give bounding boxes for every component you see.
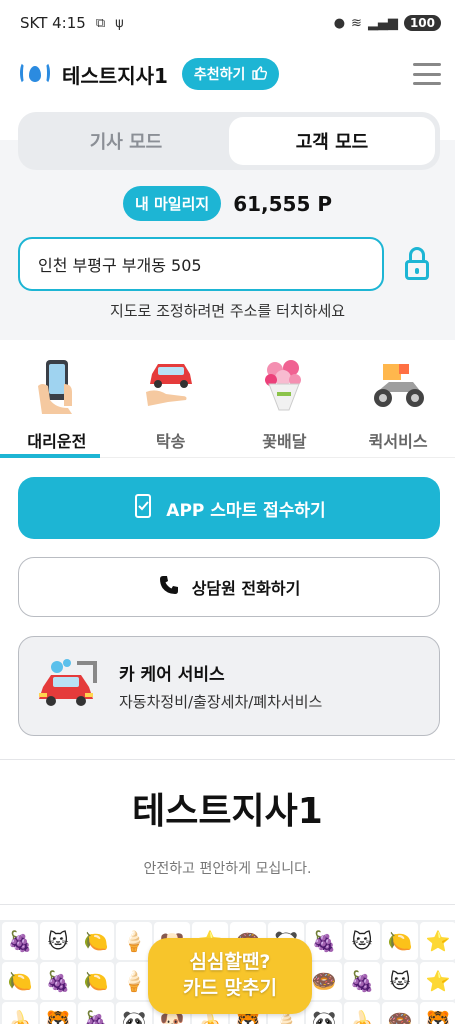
page-title: 테스트지사1	[62, 63, 168, 88]
carrier-time: SKT 4:15	[20, 14, 86, 32]
service-label: 대리운전	[27, 432, 87, 451]
app-smart-request-button[interactable]: APP 스마트 접수하기	[18, 477, 440, 539]
usb-icon: ψ	[115, 15, 124, 31]
broadcast-logo-icon	[20, 59, 50, 89]
phone-check-icon	[132, 493, 154, 523]
app-header: 테스트지사1 추천하기	[0, 46, 455, 102]
service-tab-quick-service[interactable]: 퀵서비스	[341, 356, 455, 456]
car-care-subtitle: 자동차정비/출장세차/폐차서비스	[119, 693, 323, 711]
service-tab-consignment[interactable]: 탁송	[114, 356, 228, 456]
recommend-button[interactable]: 추천하기	[181, 58, 280, 90]
card-matching-game-button[interactable]: 심심할땐? 카드 맞추기	[148, 938, 312, 1014]
mileage-row: 내 마일리지 61,555 P	[0, 186, 455, 221]
recommend-label: 추천하기	[193, 67, 246, 83]
car-care-title: 카 케어 서비스	[119, 665, 225, 685]
signal-icon: ▂▄▆	[367, 15, 398, 31]
location-icon: ●	[333, 15, 346, 31]
wifi-icon: ≋	[351, 15, 362, 31]
flower-bouquet-icon	[255, 356, 313, 414]
mileage-value: 61,555 P	[233, 191, 333, 216]
service-tabs: 대리운전 탁송 꽃배달 퀵서비스	[0, 356, 455, 456]
app-smart-request-label: APP 스마트 접수하기	[166, 500, 326, 521]
call-agent-label: 상담원 전화하기	[191, 579, 301, 598]
game-line1: 심심할땐?	[189, 951, 271, 974]
service-tab-flower-delivery[interactable]: 꽃배달	[228, 356, 342, 456]
call-agent-button[interactable]: 상담원 전화하기	[18, 557, 440, 617]
thumbs-up-icon	[251, 64, 268, 84]
service-label: 꽃배달	[262, 432, 307, 451]
battery-indicator: 100	[403, 15, 441, 31]
car-care-service-card[interactable]: 카 케어 서비스 자동차정비/출장세차/폐차서비스	[18, 636, 440, 736]
hamburger-menu-icon[interactable]	[413, 63, 441, 85]
phone-hand-icon	[28, 356, 86, 414]
lock-icon[interactable]	[403, 247, 433, 281]
address-field[interactable]: 인천 부평구 부개동 505	[18, 237, 384, 291]
card-game-banner[interactable]: 🍇🐱🍋🍦🐶⭐🍩🐼🍇🐱🍋⭐🍦🐶 🍋🍇🍋🍦🐶🍦🍇⭐🍩🍇🐱⭐🍩🐼 🍌🐯🍇🐼🐶🍌🐯🍦🐼🍌…	[0, 920, 455, 1024]
service-label: 퀵서비스	[368, 432, 428, 451]
screenshot-icon: ⧉	[95, 15, 106, 31]
scooter-icon	[369, 356, 427, 414]
car-wash-icon	[37, 657, 103, 715]
divider	[0, 904, 455, 905]
tab-driver-mode[interactable]: 기사 모드	[23, 117, 229, 165]
brand-name: 테스트지사1	[132, 791, 323, 832]
brand-tagline: 안전하고 편안하게 모십니다.	[143, 861, 312, 877]
divider	[0, 759, 455, 760]
game-line2: 카드 맞추기	[182, 977, 277, 999]
status-bar: SKT 4:15 ⧉ ψ ● ≋ ▂▄▆ 100	[0, 0, 455, 46]
service-label: 탁송	[155, 432, 186, 451]
car-delivery-icon	[142, 356, 200, 414]
mileage-badge[interactable]: 내 마일리지	[122, 186, 222, 221]
address-hint: 지도로 조정하려면 주소를 터치하세요	[109, 302, 346, 320]
service-tab-designated-driver[interactable]: 대리운전	[0, 356, 114, 456]
tab-customer-mode[interactable]: 고객 모드	[229, 117, 435, 165]
active-tab-indicator	[0, 454, 100, 458]
mode-toggle: 기사 모드 고객 모드	[18, 112, 440, 170]
phone-icon	[158, 574, 180, 600]
